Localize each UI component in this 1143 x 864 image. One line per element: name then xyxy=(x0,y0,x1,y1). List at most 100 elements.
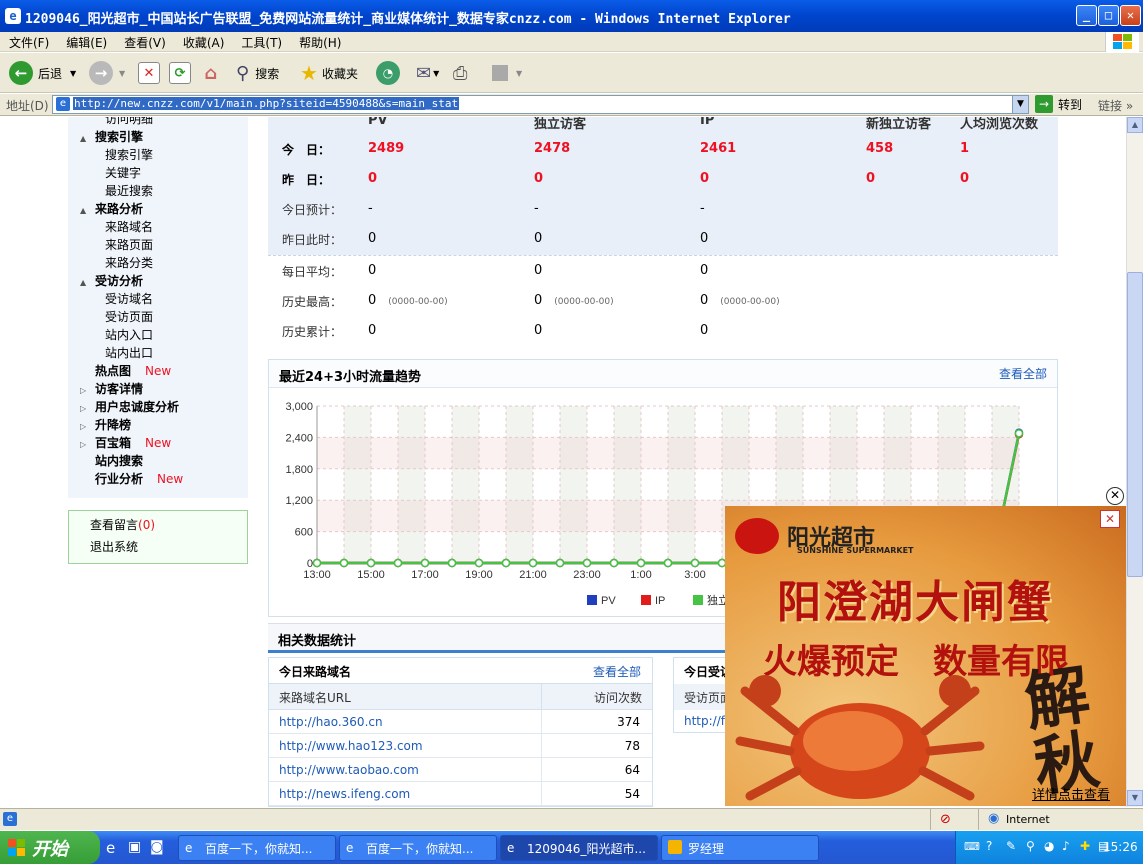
quicklaunch-ie-icon[interactable]: e xyxy=(106,839,115,857)
sidebar-item[interactable]: 访问明细 xyxy=(105,117,153,127)
close-button[interactable]: ✕ xyxy=(1120,5,1141,26)
data-point xyxy=(339,558,349,568)
sidebar-item[interactable]: 搜索引擎 xyxy=(105,146,153,163)
stat-number: 0 xyxy=(368,231,377,246)
sidebar-category[interactable]: ▷ 用户忠诚度分析 xyxy=(80,398,179,415)
menu-edit[interactable]: 编辑(E) xyxy=(57,32,115,51)
sidebar-category[interactable]: ▷ 升降榜 xyxy=(80,416,131,433)
stop-button[interactable]: ✕ xyxy=(138,61,160,85)
address-input[interactable]: e http://new.cnzz.com/v1/main.php?siteid… xyxy=(52,95,1029,114)
referrer-url-link[interactable]: http://hao.360.cn xyxy=(279,715,383,729)
task-baidu-2[interactable]: e 百度一下，你就知... xyxy=(339,835,497,861)
stop-icon: ✕ xyxy=(138,62,160,84)
sidebar-category[interactable]: 行业分析 New xyxy=(80,470,183,487)
view-messages-label: 查看留言 xyxy=(90,518,139,532)
sidebar-category[interactable]: ▷ 百宝箱 New xyxy=(80,434,171,451)
scroll-thumb[interactable] xyxy=(1127,272,1143,577)
referrer-view-all-link[interactable]: 查看全部 xyxy=(593,663,641,680)
referrer-url-link[interactable]: http://www.hao123.com xyxy=(279,739,423,753)
stat-number: 0 xyxy=(534,263,543,278)
sidebar-item[interactable]: 来路页面 xyxy=(105,236,153,253)
sidebar-item[interactable]: 站内出口 xyxy=(105,344,153,361)
print-button[interactable]: ⎙ xyxy=(453,61,467,85)
stat-value: 0 xyxy=(700,231,708,246)
forward-button[interactable]: → ▼ xyxy=(89,61,125,85)
sidebar-item[interactable]: 受访域名 xyxy=(105,290,153,307)
scroll-down-arrow-icon[interactable]: ▼ xyxy=(1127,790,1143,806)
menu-tools[interactable]: 工具(T) xyxy=(232,32,290,51)
window-title-bar[interactable]: e 1209046_阳光超市_中国站长广告联盟_免费网站流量统计_商业媒体统计_… xyxy=(0,0,1143,32)
sidebar-category[interactable]: ▷ 访客详情 xyxy=(80,380,143,397)
refresh-button[interactable]: ⟳ xyxy=(169,61,191,85)
keyboard-icon[interactable]: ⌨ xyxy=(964,840,980,853)
vertical-scrollbar[interactable]: ▲ ▼ xyxy=(1126,117,1143,807)
menu-view[interactable]: 查看(V) xyxy=(115,32,174,51)
sidebar-item[interactable]: 最近搜索 xyxy=(105,182,153,199)
ad-outer-close-icon[interactable]: ✕ xyxy=(1106,487,1124,505)
ad-close-icon[interactable]: ✕ xyxy=(1100,510,1120,528)
crab-ad-popup[interactable]: 阳光超市 SUNSHINE SUPERMARKET 阳澄湖大闸蟹 火爆预定 数量… xyxy=(725,506,1126,806)
back-button[interactable]: ← 后退 ▼ xyxy=(9,61,76,85)
sidebar-item[interactable]: 受访页面 xyxy=(105,308,153,325)
chart-view-all-link[interactable]: 查看全部 xyxy=(999,365,1047,382)
volume-icon[interactable]: ♪ xyxy=(1062,839,1070,853)
stat-number: 0 xyxy=(368,293,377,308)
home-button[interactable]: ⌂ xyxy=(200,61,222,85)
scroll-up-arrow-icon[interactable]: ▲ xyxy=(1127,117,1143,133)
y-tick-label: 2,400 xyxy=(285,432,313,444)
pen-icon[interactable]: ✎ xyxy=(1006,839,1016,853)
logout-link[interactable]: 退出系统 xyxy=(90,538,138,555)
stat-number: 1 xyxy=(960,141,970,156)
sidebar-item[interactable]: 来路域名 xyxy=(105,218,153,235)
sidebar-category[interactable]: ▲ 受访分析 xyxy=(80,272,143,289)
new-badge: New xyxy=(145,436,172,450)
menu-help[interactable]: 帮助(H) xyxy=(290,32,349,51)
referrer-url-link[interactable]: http://news.ifeng.com xyxy=(279,787,410,801)
address-dropdown-icon[interactable]: ▼ xyxy=(1012,96,1028,113)
qq-icon[interactable]: ◕ xyxy=(1044,839,1054,853)
mail-button[interactable]: ✉ ▼ xyxy=(416,61,439,85)
edit-button[interactable]: ▼ xyxy=(492,61,522,85)
go-button[interactable]: → 转到 xyxy=(1035,95,1082,113)
history-button[interactable]: ◔ xyxy=(376,61,400,85)
menu-bar: 文件(F) 编辑(E) 查看(V) 收藏(A) 工具(T) 帮助(H) xyxy=(0,32,1143,52)
sidebar-category[interactable]: ▲ 来路分析 xyxy=(80,200,143,217)
sidebar-item[interactable]: 来路分类 xyxy=(105,254,153,271)
sidebar-category[interactable]: 热点图 New xyxy=(80,362,171,379)
sidebar-item[interactable]: 站内入口 xyxy=(105,326,153,343)
help-icon[interactable]: ? xyxy=(986,839,992,853)
start-button[interactable]: 开始 xyxy=(0,831,100,864)
x-tick-label: 21:00 xyxy=(519,569,547,581)
task-luo-manager[interactable]: 罗经理 xyxy=(661,835,819,861)
stat-value: 0 xyxy=(700,323,708,338)
sidebar-item[interactable]: 关键字 xyxy=(105,164,141,181)
referrer-url-link[interactable]: http://www.taobao.com xyxy=(279,763,419,777)
ad-more-link[interactable]: 详情点击查看 xyxy=(1032,784,1110,803)
x-tick-label: 15:00 xyxy=(357,569,385,581)
minimize-button[interactable]: _ xyxy=(1076,5,1097,26)
task-cnzz[interactable]: e 1209046_阳光超市... xyxy=(500,835,658,861)
menu-favorites[interactable]: 收藏(A) xyxy=(174,32,233,51)
data-point xyxy=(420,558,430,568)
stat-number: 2478 xyxy=(534,141,571,156)
favorites-button[interactable]: ★ 收藏夹 xyxy=(300,61,358,85)
refresh-icon: ⟳ xyxy=(169,62,191,84)
view-messages-link[interactable]: 查看留言(0) xyxy=(90,516,155,533)
search-button[interactable]: ⚲ 搜索 xyxy=(236,61,279,85)
stat-row-label: 昨 日： xyxy=(282,173,331,187)
maximize-button[interactable]: □ xyxy=(1098,5,1119,26)
popup-blocker-icon[interactable]: ⊘ xyxy=(940,812,951,827)
menu-file[interactable]: 文件(F) xyxy=(0,32,57,51)
sidebar-category[interactable]: ▲ 搜索引擎 xyxy=(80,128,143,145)
clock[interactable]: 15:26 xyxy=(1103,840,1138,854)
stat-value: 0 xyxy=(534,263,542,278)
links-button[interactable]: 链接 » xyxy=(1098,97,1133,114)
antivirus-icon[interactable]: ✚ xyxy=(1080,839,1090,853)
sidebar-category[interactable]: 站内搜索 xyxy=(80,452,143,469)
task-baidu-1[interactable]: e 百度一下，你就知... xyxy=(178,835,336,861)
quicklaunch-desktop-icon[interactable]: ▣ xyxy=(128,839,141,855)
mail-icon: ✉ xyxy=(416,62,432,84)
quicklaunch-media-icon[interactable]: ◙ xyxy=(150,839,164,855)
sunshine-logo-icon xyxy=(735,518,779,554)
search-tray-icon[interactable]: ⚲ xyxy=(1026,839,1035,853)
